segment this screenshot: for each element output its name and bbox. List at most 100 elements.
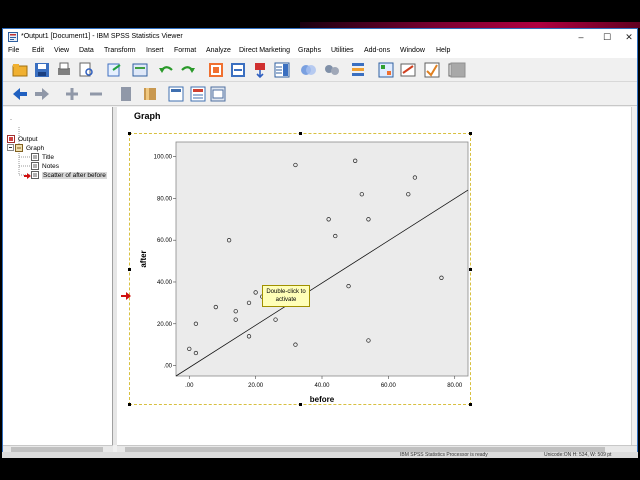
minimize-button[interactable]: – (569, 30, 593, 44)
resize-handle[interactable] (469, 132, 472, 135)
y-tick-label: 100.00 (154, 155, 173, 161)
menu-add-ons[interactable]: Add-ons (364, 47, 390, 54)
outline-item-notes[interactable]: Notes (3, 162, 113, 171)
outline-horizontal-scrollbar[interactable] (3, 445, 113, 452)
show-all-variables-icon[interactable] (399, 61, 417, 79)
menu-analyze[interactable]: Analyze (206, 47, 231, 54)
chart-object[interactable]: .00 20.00 40.00 60.00 80.00 .00 20.00 40.00 60.0… (128, 132, 472, 406)
y-tick-label: 80.00 (157, 196, 173, 202)
outline-item-title[interactable]: Title (3, 153, 113, 162)
outline-toolbar (3, 82, 637, 106)
recall-dialog-icon[interactable] (131, 61, 149, 79)
menu-window[interactable]: Window (400, 47, 425, 54)
menu-file[interactable]: File (8, 47, 19, 54)
menu-graphs[interactable]: Graphs (298, 47, 321, 54)
menu-data[interactable]: Data (79, 47, 94, 54)
screen-bottom (0, 458, 640, 480)
document-icon (31, 171, 39, 179)
y-axis-label: after (139, 250, 148, 267)
plot-area (175, 141, 469, 377)
resize-handle[interactable] (469, 268, 472, 271)
expand-plus-icon[interactable] (63, 85, 81, 103)
x-tick-label: 80.00 (447, 383, 463, 389)
current-item-arrow-icon (121, 292, 131, 302)
back-arrow-icon[interactable] (11, 85, 29, 103)
folder-icon (15, 144, 23, 152)
goto-data-icon[interactable] (207, 61, 225, 79)
outline-item-label: Notes (42, 163, 59, 170)
open-icon[interactable] (11, 61, 29, 79)
redo-icon[interactable] (179, 61, 197, 79)
export-icon[interactable] (105, 61, 123, 79)
x-tick-label: 60.00 (381, 383, 397, 389)
main-toolbar (3, 58, 637, 82)
resize-handle[interactable] (469, 403, 472, 406)
resize-handle[interactable] (128, 268, 131, 271)
print-icon[interactable] (55, 61, 73, 79)
print-preview-icon[interactable] (77, 61, 95, 79)
menu-direct-marketing[interactable]: Direct Marketing (239, 47, 290, 54)
content-horizontal-scrollbar[interactable] (117, 445, 637, 452)
outline-item-label: Graph (26, 145, 45, 152)
collapse-minus-icon[interactable] (87, 85, 105, 103)
activate-tooltip: Double-click to activate (262, 285, 310, 307)
variables-icon[interactable] (273, 61, 291, 79)
tooltip-line: Double-click to (266, 289, 306, 295)
disabled-icon[interactable] (449, 61, 467, 79)
chart-icon[interactable] (299, 61, 317, 79)
outline-item-label: Title (42, 154, 55, 161)
menu-edit[interactable]: Edit (32, 47, 44, 54)
document-icon (31, 153, 39, 161)
y-tick-label: .00 (164, 364, 173, 370)
goto-case-icon[interactable] (229, 61, 247, 79)
x-tick-label: .00 (185, 383, 194, 389)
spss-app-icon (8, 32, 18, 42)
insert-heading-icon[interactable] (167, 85, 185, 103)
menu-view[interactable]: View (54, 47, 69, 54)
insert-text-icon[interactable] (209, 85, 227, 103)
output-book-icon (7, 135, 15, 143)
vertical-scrollbar[interactable] (631, 107, 637, 445)
create-titles-icon[interactable] (323, 61, 341, 79)
outline-item-graph[interactable]: Graph (3, 144, 113, 153)
spss-viewer-window: *Output1 [Document1] - IBM SPSS Statisti… (2, 28, 638, 456)
hide-icon[interactable] (141, 85, 159, 103)
x-axis-label: before (310, 395, 335, 404)
forward-arrow-icon[interactable] (33, 85, 51, 103)
goto-variable-icon[interactable] (251, 61, 269, 79)
outline-item-output[interactable]: Output (3, 135, 113, 144)
menu-format[interactable]: Format (174, 47, 196, 54)
menu-bar: File Edit View Data Transform Insert Format Ana… (3, 45, 637, 58)
outline-item-scatter-of-after-before[interactable]: Scatter of after before (3, 171, 113, 180)
outline-item-label: Output (18, 136, 38, 143)
outline-item-label: Scatter of after before (42, 172, 107, 179)
resize-handle[interactable] (299, 403, 302, 406)
menu-utilities[interactable]: Utilities (331, 47, 354, 54)
menu-help[interactable]: Help (436, 47, 450, 54)
output-content-pane[interactable]: Graph .00 20.00 40.00 60.00 80.00 .00 20.00 40.… (117, 107, 637, 445)
spell-check-icon[interactable] (423, 61, 441, 79)
show-icon[interactable] (117, 85, 135, 103)
y-tick-label: 20.00 (157, 322, 173, 328)
scatter-chart[interactable]: .00 20.00 40.00 60.00 80.00 .00 20.00 40.00 60.0… (130, 134, 472, 406)
close-button[interactable]: ✕ (617, 30, 640, 44)
value-labels-icon[interactable] (349, 61, 367, 79)
resize-handle[interactable] (128, 403, 131, 406)
menu-transform[interactable]: Transform (104, 47, 136, 54)
x-tick-label: 20.00 (248, 383, 264, 389)
maximize-button[interactable]: ☐ (595, 30, 619, 44)
resize-handle[interactable] (299, 132, 302, 135)
use-variable-sets-icon[interactable] (377, 61, 395, 79)
graph-heading[interactable]: Graph (134, 111, 161, 121)
y-tick-label: 60.00 (157, 238, 173, 244)
outline-pane[interactable]: Output Graph Title Notes Scatter of after be… (3, 107, 113, 445)
screen: *Output1 [Document1] - IBM SPSS Statisti… (0, 0, 640, 480)
insert-title-icon[interactable] (189, 85, 207, 103)
window-title: *Output1 [Document1] - IBM SPSS Statisti… (21, 33, 183, 40)
undo-icon[interactable] (157, 61, 175, 79)
menu-insert[interactable]: Insert (146, 47, 164, 54)
resize-handle[interactable] (128, 132, 131, 135)
collapse-toggle-icon[interactable] (7, 144, 15, 152)
save-icon[interactable] (33, 61, 51, 79)
title-bar: *Output1 [Document1] - IBM SPSS Statisti… (3, 29, 637, 45)
